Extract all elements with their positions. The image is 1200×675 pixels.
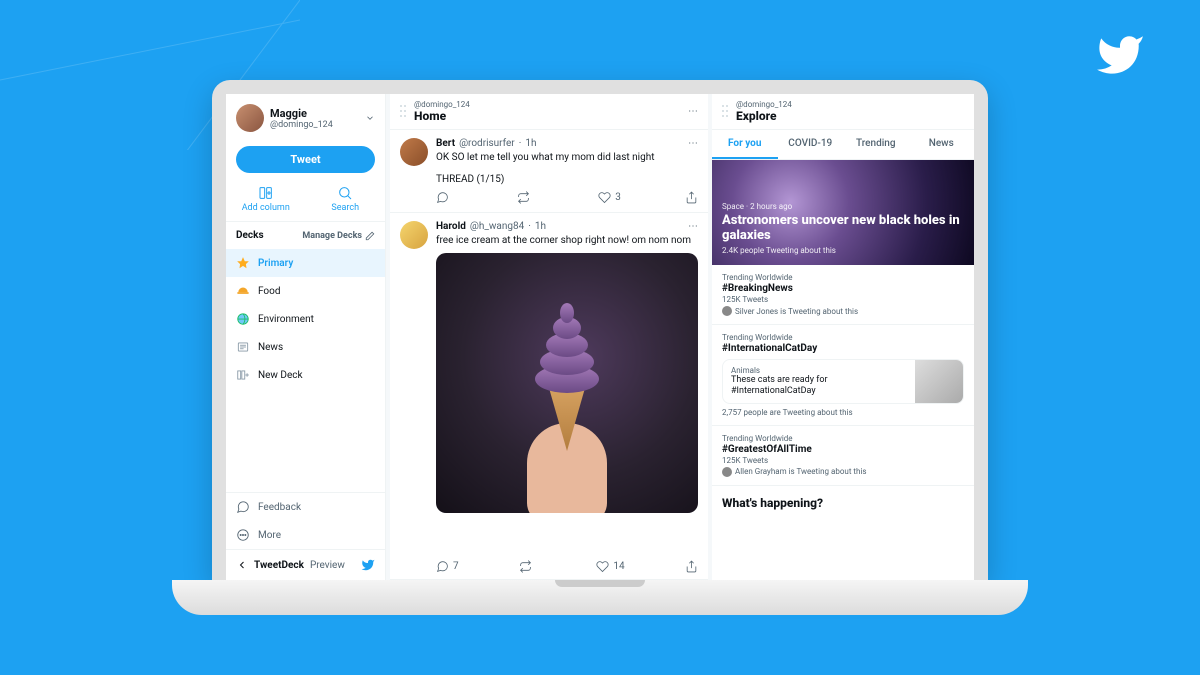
share-button[interactable] [685, 560, 698, 573]
explore-tabs: For you COVID-19 Trending News [712, 130, 974, 160]
user-display-name: Maggie [270, 107, 359, 120]
heart-icon [596, 560, 609, 573]
globe-icon [236, 312, 250, 326]
chevron-down-icon [365, 113, 375, 123]
deck-item-environment[interactable]: Environment [226, 305, 385, 333]
trend-item[interactable]: Trending Worldwide #GreatestOfAllTime 12… [712, 426, 974, 486]
tweet-avatar [400, 138, 428, 166]
user-handle: @domingo_124 [270, 120, 359, 130]
columns-plus-icon [236, 368, 250, 382]
column-header-home[interactable]: @domingo_124 Home ⋯ [390, 94, 708, 130]
trend-card[interactable]: Animals These cats are ready for #Intern… [722, 359, 964, 404]
tab-trending[interactable]: Trending [843, 130, 909, 159]
search-icon [337, 185, 353, 201]
home-column: @domingo_124 Home ⋯ Bert @rodrisurfer · … [390, 94, 708, 580]
whats-happening-heading: What's happening? [712, 486, 974, 520]
user-avatar [236, 104, 264, 132]
card-thumbnail [915, 360, 963, 403]
reply-button[interactable]: 7 [436, 560, 459, 573]
trend-item[interactable]: Trending Worldwide #InternationalCatDay … [712, 325, 974, 426]
reply-icon [436, 191, 449, 204]
twitter-bird-icon [361, 558, 375, 572]
laptop-frame: Maggie @domingo_124 Tweet Add column Sea… [212, 80, 988, 615]
more-button[interactable]: More [226, 521, 385, 549]
trend-item[interactable]: Trending Worldwide #BreakingNews 125K Tw… [712, 265, 974, 325]
tweet-image[interactable] [436, 253, 698, 513]
explore-hero[interactable]: Space · 2 hours ago Astronomers uncover … [712, 160, 974, 265]
column-options-icon[interactable]: ⋯ [688, 106, 698, 117]
account-switcher[interactable]: Maggie @domingo_124 [226, 94, 385, 142]
search-button[interactable]: Search [306, 177, 386, 221]
tab-covid19[interactable]: COVID-19 [778, 130, 844, 159]
sidebar: Maggie @domingo_124 Tweet Add column Sea… [226, 94, 386, 580]
compose-tweet-button[interactable]: Tweet [236, 146, 375, 173]
tab-news[interactable]: News [909, 130, 975, 159]
drag-handle-icon[interactable] [722, 105, 730, 119]
deck-item-food[interactable]: Food [226, 277, 385, 305]
like-button[interactable]: 3 [598, 191, 621, 204]
reply-button[interactable] [436, 191, 453, 204]
deck-item-primary[interactable]: Primary [226, 249, 385, 277]
retweet-button[interactable] [517, 191, 534, 204]
share-icon [685, 560, 698, 573]
food-icon [236, 284, 250, 298]
tweet-more-icon[interactable]: ⋯ [688, 221, 698, 232]
deck-item-new-deck[interactable]: New Deck [226, 361, 385, 389]
like-button[interactable]: 14 [596, 560, 624, 573]
tweet[interactable]: Bert @rodrisurfer · 1h ⋯ OK SO let me te… [390, 130, 708, 213]
reply-icon [436, 560, 449, 573]
manage-decks-button[interactable]: Manage Decks [302, 231, 375, 241]
deck-item-news[interactable]: News [226, 333, 385, 361]
retweet-button[interactable] [519, 560, 536, 573]
feedback-button[interactable]: Feedback [226, 493, 385, 521]
star-icon [236, 256, 250, 270]
mini-avatar [722, 467, 732, 477]
tweetdeck-app: Maggie @domingo_124 Tweet Add column Sea… [226, 94, 974, 580]
share-button[interactable] [685, 191, 698, 204]
tweet-more-icon[interactable]: ⋯ [688, 138, 698, 149]
mini-avatar [722, 306, 732, 316]
more-circle-icon [236, 528, 250, 542]
deck-list: Primary Food Environment News [226, 249, 385, 492]
tweet-avatar [400, 221, 428, 249]
heart-icon [598, 191, 611, 204]
decks-heading: Decks [236, 230, 264, 241]
retweet-icon [517, 191, 530, 204]
add-column-icon [258, 185, 274, 201]
add-column-button[interactable]: Add column [226, 177, 306, 221]
retweet-icon [519, 560, 532, 573]
column-header-explore[interactable]: @domingo_124 Explore [712, 94, 974, 130]
back-arrow-icon[interactable] [236, 559, 248, 571]
twitter-bird-icon [1090, 30, 1150, 80]
share-icon [685, 191, 698, 204]
drag-handle-icon[interactable] [400, 105, 408, 119]
tab-for-you[interactable]: For you [712, 130, 778, 159]
tweet[interactable]: Harold @h_wang84 · 1h ⋯ free ice cream a… [390, 213, 708, 554]
explore-column: @domingo_124 Explore For you COVID-19 Tr… [712, 94, 974, 580]
pencil-icon [365, 231, 375, 241]
chat-icon [236, 500, 250, 514]
news-icon [236, 340, 250, 354]
branding-bar: TweetDeck Preview [226, 549, 385, 580]
